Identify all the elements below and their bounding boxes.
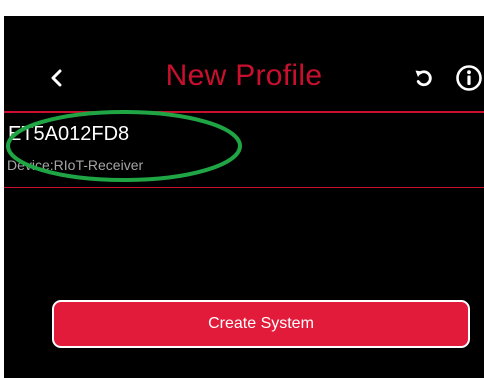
item-divider [4,187,484,188]
refresh-button[interactable] [411,65,437,91]
device-type: Device:RIoT-Receiver [7,157,144,173]
device-list-item[interactable]: ET5A012FD8 Device:RIoT-Receiver [4,116,484,186]
info-button[interactable] [454,63,484,93]
create-system-button[interactable]: Create System [52,300,470,348]
info-icon [456,65,482,91]
device-id: ET5A012FD8 [8,123,130,145]
header-divider [4,111,484,113]
app-header: New Profile [4,16,484,118]
refresh-icon [415,70,432,87]
app-screen: New Profile ET5A012FD8 Device:RIoT-Recei… [4,16,484,378]
